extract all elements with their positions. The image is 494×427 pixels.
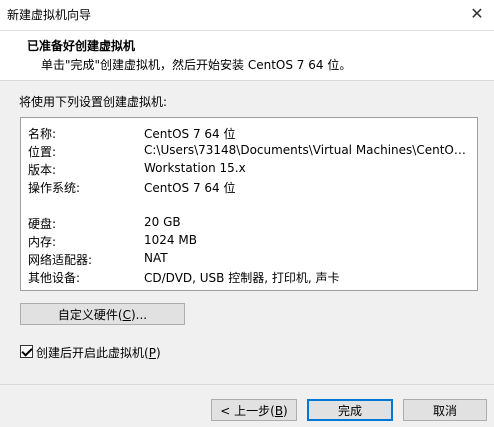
summary-key: 内存: [28,235,57,249]
summary-row-os: 操作系统: CentOS 7 64 位 [28,179,476,197]
summary-key: 硬盘: [28,217,57,231]
summary-value: CD/DVD, USB 控制器, 打印机, 声卡 [144,271,340,285]
summary-row-disk: 硬盘: 20 GB [28,215,476,233]
summary-value: NAT [144,251,168,265]
summary-row-memory: 内存: 1024 MB [28,233,476,251]
window-title: 新建虚拟机向导 [7,8,92,22]
summary-value: CentOS 7 64 位 [144,127,236,141]
wizard-header: 已准备好创建虚拟机 单击"完成"创建虚拟机，然后开始安装 CentOS 7 64… [0,31,494,81]
summary-row-network: 网络适配器: NAT [28,251,476,269]
summary-row-version: 版本: Workstation 15.x [28,161,476,179]
summary-value: C:\Users\73148\Documents\Virtual Machine… [144,143,472,157]
power-on-suffix: ) [155,346,161,360]
summary-row-name: 名称: CentOS 7 64 位 [28,125,476,143]
summary-value: Workstation 15.x [144,161,246,175]
power-on-label: 创建后开启此虚拟机(P) [36,344,161,361]
close-icon[interactable]: ✕ [466,3,488,25]
summary-value: 1024 MB [144,233,197,247]
customize-label-suffix: )... [130,308,148,322]
summary-key: 网络适配器: [28,253,93,267]
back-button[interactable]: < 上一步(B) [211,399,297,421]
summary-key: 名称: [28,127,57,141]
summary-key: 操作系统: [28,181,81,195]
header-subtitle: 单击"完成"创建虚拟机，然后开始安装 CentOS 7 64 位。 [41,58,352,72]
summary-key: 其他设备: [28,271,81,285]
wizard-footer: < 上一步(B) 完成 取消 [0,385,494,427]
checkbox-checked-icon[interactable] [20,345,33,358]
back-label-suffix: ) [283,404,288,418]
summary-row-location: 位置: C:\Users\73148\Documents\Virtual Mac… [28,143,476,161]
header-title: 已准备好创建虚拟机 [27,39,136,53]
summary-key: 版本: [28,163,57,177]
settings-summary[interactable]: 名称: CentOS 7 64 位 位置: C:\Users\73148\Doc… [20,117,478,291]
back-label: < 上一步( [220,404,275,418]
power-on-access-key: P [148,346,156,360]
summary-value: 20 GB [144,215,181,229]
summary-key: 位置: [28,145,57,159]
summary-row-devices: 其他设备: CD/DVD, USB 控制器, 打印机, 声卡 [28,269,476,287]
finish-button[interactable]: 完成 [307,399,393,421]
summary-value: CentOS 7 64 位 [144,181,236,195]
back-access-key: B [274,404,284,418]
customize-hardware-button[interactable]: 自定义硬件(C)... [20,303,185,325]
customize-access-key: C [122,308,131,322]
title-bar: 新建虚拟机向导 ✕ [0,0,494,31]
power-on-text: 创建后开启此虚拟机( [36,346,149,360]
customize-label: 自定义硬件( [57,308,123,322]
cancel-button[interactable]: 取消 [403,399,487,421]
settings-intro: 将使用下列设置创建虚拟机: [19,95,168,109]
